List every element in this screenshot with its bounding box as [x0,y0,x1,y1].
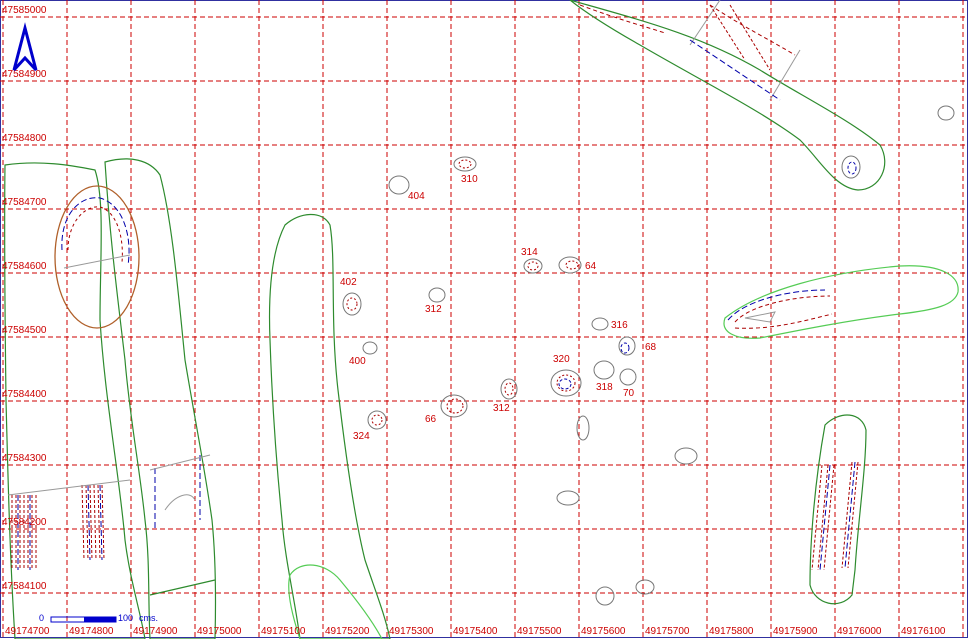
feature-label: 400 [349,356,366,367]
feature-label: 68 [645,342,657,353]
y-label: 47584100 [2,581,47,592]
feature-label: 66 [425,414,437,425]
y-label: 47584200 [2,517,47,528]
feature-label: 312 [493,403,510,414]
y-label: 47584900 [2,69,47,80]
archaeological-site-map: 310 404 314 64 402 312 316 68 400 320 31… [0,0,968,639]
x-label: 49175800 [709,626,754,637]
feature-label: 324 [353,431,370,442]
x-label: 49175100 [261,626,306,637]
scale-zero-label: 0 [39,613,44,623]
x-label: 49175200 [325,626,370,637]
x-label: 49175000 [197,626,242,637]
y-label: 47584700 [2,197,47,208]
x-label: 49174700 [5,626,50,637]
feature-label: 402 [340,277,357,288]
y-label: 47585000 [2,5,47,16]
y-label: 47584500 [2,325,47,336]
y-label: 47584300 [2,453,47,464]
scale-max-label: 100 [118,613,133,623]
x-label: 49175700 [645,626,690,637]
x-label: 49175500 [517,626,562,637]
x-label: 49175400 [453,626,498,637]
x-label: 49176100 [901,626,946,637]
y-label: 47584400 [2,389,47,400]
feature-label: 320 [553,354,570,365]
feature-label: 314 [521,247,538,258]
feature-label: 404 [408,191,425,202]
x-label: 49175600 [581,626,626,637]
feature-label: 64 [585,261,597,272]
feature-label: 310 [461,174,478,185]
x-axis-labels: 49174700 49174800 49174900 49175000 4917… [5,626,946,637]
x-label: 49174900 [133,626,178,637]
feature-label: 70 [623,388,635,399]
feature-label: 312 [425,304,442,315]
scale-unit-label: cms. [139,613,158,623]
x-label: 49175900 [773,626,818,637]
x-label: 49174800 [69,626,114,637]
y-label: 47584800 [2,133,47,144]
y-label: 47584600 [2,261,47,272]
x-label: 49176000 [837,626,882,637]
feature-label: 316 [611,320,628,331]
x-label: 49175300 [389,626,434,637]
feature-label: 318 [596,382,613,393]
